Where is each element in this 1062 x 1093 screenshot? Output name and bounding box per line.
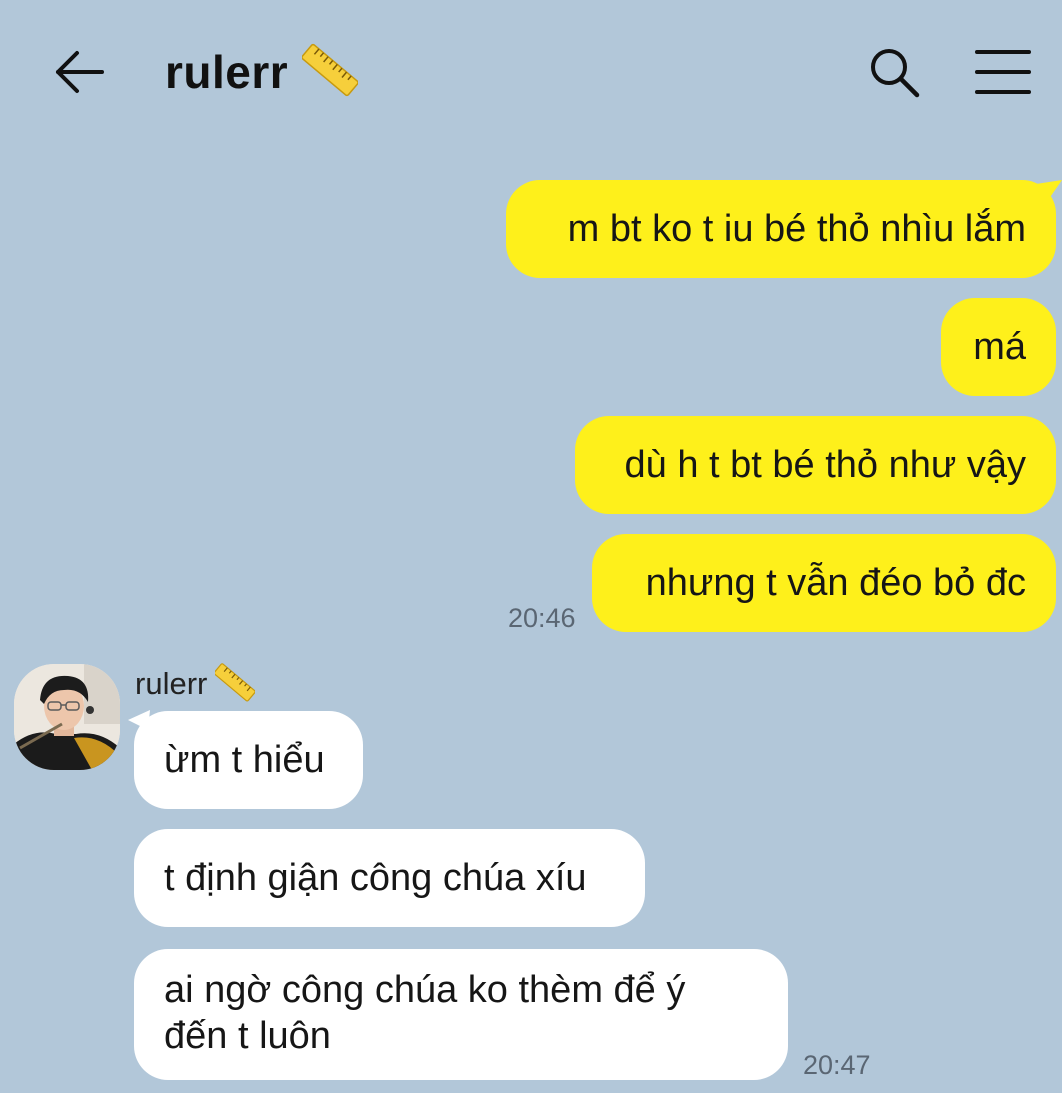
search-button[interactable] — [866, 44, 922, 102]
message-text: má — [973, 326, 1026, 368]
menu-icon — [975, 50, 1031, 94]
message-text: ừm t hiểu — [164, 739, 325, 781]
message-text: dù h t bt bé thỏ như vậy — [624, 444, 1027, 486]
chat-title: rulerr — [165, 46, 289, 98]
message-timestamp: 20:46 — [508, 603, 576, 633]
message-text: ai ngờ công chúa ko thèm để ý đến t luôn — [164, 969, 686, 1057]
message-text: m bt ko t iu bé thỏ nhìu lắm — [567, 208, 1026, 250]
incoming-message[interactable]: ai ngờ công chúa ko thèm để ý đến t luôn — [134, 949, 788, 1080]
message-text: nhưng t vẫn đéo bỏ đc — [645, 562, 1026, 604]
avatar[interactable] — [14, 664, 120, 770]
incoming-message[interactable]: ừm t hiểu — [134, 711, 363, 809]
ruler-icon — [214, 662, 257, 707]
chat-title-area[interactable]: rulerr — [165, 40, 359, 104]
back-button[interactable] — [48, 44, 108, 100]
ruler-icon — [301, 42, 359, 103]
bubble-tail — [1036, 180, 1062, 206]
chat-header: rulerr — [0, 0, 1062, 140]
outgoing-message[interactable]: dù h t bt bé thỏ như vậy — [575, 416, 1056, 514]
message-text: t định giận công chúa xíu — [164, 857, 587, 899]
sender-label: rulerr — [135, 662, 257, 707]
search-icon — [871, 49, 920, 98]
incoming-message[interactable]: t định giận công chúa xíu — [134, 829, 645, 927]
sender-name: rulerr — [135, 666, 208, 701]
outgoing-message[interactable]: nhưng t vẫn đéo bỏ đc — [592, 534, 1056, 632]
outgoing-message[interactable]: má — [941, 298, 1056, 396]
menu-button[interactable] — [974, 48, 1032, 96]
arrow-left-icon — [56, 51, 104, 93]
message-timestamp: 20:47 — [803, 1050, 871, 1080]
outgoing-message[interactable]: m bt ko t iu bé thỏ nhìu lắm — [506, 180, 1056, 278]
